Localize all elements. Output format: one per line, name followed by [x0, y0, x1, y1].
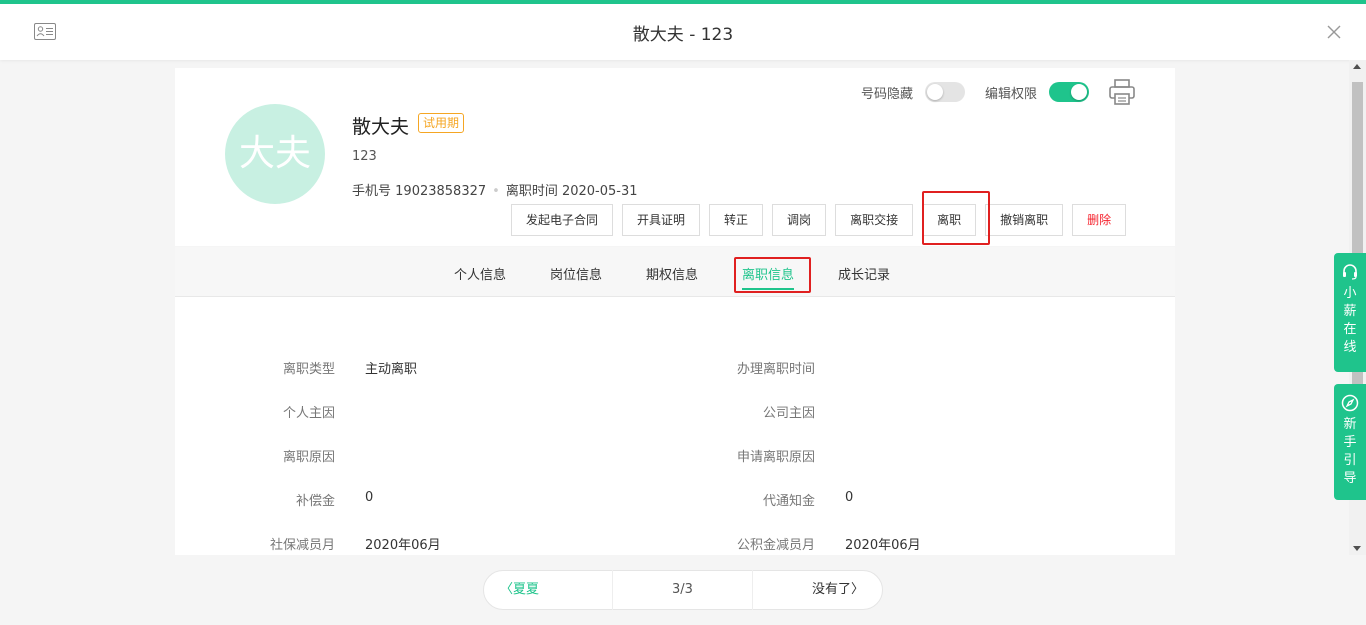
field-value: 主动离职 [365, 362, 418, 377]
handover-button[interactable]: 离职交接 [835, 204, 914, 236]
field-label: 个人主因 [282, 406, 335, 421]
employee-name: 散大夫 [352, 116, 410, 138]
profile-card: 大夫 散大夫 试用期 123 手机号 19023858327 • 离职时间 2020… [175, 68, 1175, 246]
tab-option-info[interactable]: 期权信息 [646, 264, 698, 283]
leave-label: 离职时间 [505, 184, 558, 199]
next-label: 没有了 [811, 582, 851, 597]
field-label: 补偿金 [295, 494, 335, 509]
avatar: 大夫 [225, 104, 325, 204]
beginner-guide-label: 新手引导 [1343, 417, 1357, 486]
field-label: 公积金减员月 [736, 538, 815, 553]
leave-date: 2020-05-31 [561, 184, 638, 199]
hide-number-toggle[interactable] [925, 82, 965, 102]
transfer-button[interactable]: 调岗 [772, 204, 827, 236]
phone-label: 手机号 [352, 184, 392, 199]
field-value: 2020年06月 [845, 538, 921, 553]
resignation-details: 离职类型 主动离职 个人主因 离职原因 补偿金 0 社保减员月 2020年06月… [175, 297, 1175, 555]
field-value: 0 [365, 490, 374, 505]
tab-personal-info[interactable]: 个人信息 [454, 264, 506, 283]
online-support-button[interactable]: 小薪在线 [1334, 253, 1366, 372]
field-label: 社保减员月 [269, 538, 335, 553]
action-bar: 发起电子合同 开具证明 转正 调岗 离职交接 离职 撤销离职 删除 [511, 204, 1127, 236]
tab-position-info[interactable]: 岗位信息 [550, 264, 602, 283]
scroll-up-icon[interactable] [1353, 64, 1361, 69]
pager: 〈夏夏 3/3 没有了〉 [483, 570, 883, 610]
window-header: 散大夫 - 123 [0, 0, 1366, 60]
resign-button[interactable]: 离职 [922, 204, 977, 236]
beginner-guide-button[interactable]: 新手引导 [1334, 384, 1366, 500]
tab-resignation-info[interactable]: 离职信息 [742, 264, 795, 290]
tab-growth-record[interactable]: 成长记录 [838, 264, 890, 283]
field-value: 0 [845, 490, 854, 505]
close-icon[interactable] [1326, 24, 1342, 40]
field-label: 离职类型 [282, 362, 335, 377]
phone-number: 19023858327 [395, 184, 487, 199]
field-label: 公司主因 [762, 406, 815, 421]
e-contract-button[interactable]: 发起电子合同 [511, 204, 614, 236]
field-value: 2020年06月 [365, 538, 441, 553]
page-counter: 3/3 [613, 570, 753, 610]
field-label: 办理离职时间 [736, 362, 815, 377]
regularize-button[interactable]: 转正 [709, 204, 764, 236]
compass-icon [1341, 394, 1359, 412]
footer: 〈夏夏 3/3 没有了〉 [0, 555, 1366, 625]
prev-employee-link[interactable]: 〈夏夏 [484, 570, 614, 610]
chevron-right-icon: 〉 [850, 582, 864, 597]
scroll-down-icon[interactable] [1353, 546, 1361, 551]
edit-permission-label: 编辑权限 [985, 87, 1038, 102]
tab-bar: 个人信息 岗位信息 期权信息 离职信息 成长记录 [175, 247, 1175, 297]
field-label: 离职原因 [282, 450, 335, 465]
chevron-left-icon: 〈 [500, 582, 514, 597]
contact-line: 手机号 19023858327 • 离职时间 2020-05-31 [352, 184, 638, 199]
edit-permission-toggle[interactable] [1049, 82, 1089, 102]
delete-button[interactable]: 删除 [1072, 204, 1127, 236]
headset-icon [1343, 264, 1357, 280]
printer-icon[interactable] [1108, 78, 1136, 106]
next-employee-link[interactable]: 没有了〉 [753, 570, 882, 610]
field-label: 申请离职原因 [736, 450, 815, 465]
employee-code: 123 [352, 149, 377, 164]
window-title: 散大夫 - 123 [632, 25, 734, 45]
revoke-resign-button[interactable]: 撤销离职 [985, 204, 1064, 236]
hide-number-label: 号码隐藏 [861, 87, 914, 102]
certificate-button[interactable]: 开具证明 [622, 204, 701, 236]
online-support-label: 小薪在线 [1343, 286, 1357, 355]
prev-name: 夏夏 [513, 582, 540, 597]
field-label: 代通知金 [762, 494, 815, 509]
status-badge: 试用期 [418, 113, 465, 133]
